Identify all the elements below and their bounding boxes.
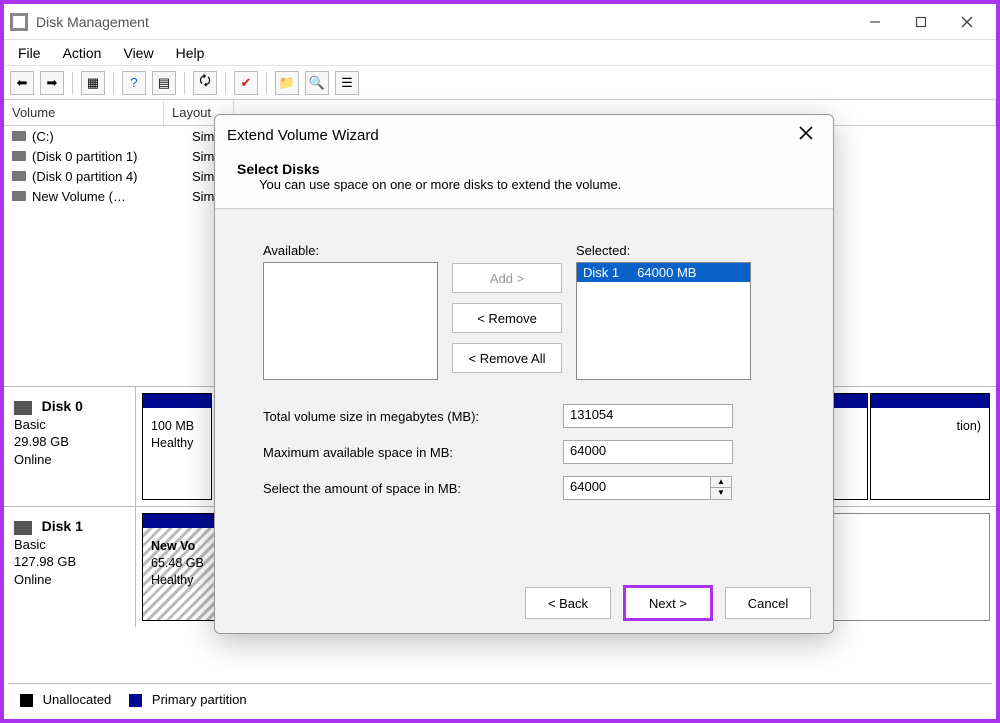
legend: Unallocated Primary partition: [8, 683, 992, 715]
add-button[interactable]: Add >: [452, 263, 562, 293]
volume-name: (C:): [32, 129, 178, 144]
dialog-titlebar: Extend Volume Wizard: [215, 115, 833, 155]
spinner-up-icon[interactable]: ▲: [711, 477, 731, 488]
titlebar: Disk Management: [4, 4, 996, 40]
maximize-button[interactable]: [898, 7, 944, 37]
partition-status: Healthy: [151, 573, 193, 587]
disk-size: 127.98 GB: [14, 554, 76, 569]
amount-input[interactable]: 64000: [563, 476, 711, 500]
amount-spinner[interactable]: ▲ ▼: [711, 476, 732, 500]
legend-swatch-black: [20, 694, 33, 707]
volume-icon: [12, 191, 26, 201]
next-button[interactable]: Next >: [625, 587, 711, 619]
volume-icon: [12, 151, 26, 161]
app-title: Disk Management: [36, 14, 149, 30]
back-icon[interactable]: ⬅: [10, 71, 34, 95]
disk-label: Disk 0 Basic 29.98 GB Online: [4, 387, 136, 506]
disk-size: 29.98 GB: [14, 434, 69, 449]
partition[interactable]: 100 MB Healthy: [142, 393, 212, 500]
disk-name: Disk 0: [42, 398, 83, 414]
check-icon[interactable]: ✔: [234, 71, 258, 95]
menubar: File Action View Help: [4, 40, 996, 66]
spinner-down-icon[interactable]: ▼: [711, 488, 731, 499]
partition-status: Healthy: [151, 436, 193, 450]
partition-cap: [143, 514, 221, 528]
menu-action[interactable]: Action: [63, 45, 102, 61]
dialog-subtitle: You can use space on one or more disks t…: [259, 177, 621, 192]
max-label: Maximum available space in MB:: [263, 445, 563, 460]
disk-icon: [14, 521, 32, 535]
total-value: 131054: [563, 404, 733, 428]
partition-cap: [871, 394, 989, 408]
menu-view[interactable]: View: [123, 45, 153, 61]
volume-name: New Volume (…: [32, 189, 178, 204]
remove-button[interactable]: < Remove: [452, 303, 562, 333]
forward-icon[interactable]: ➡: [40, 71, 64, 95]
refresh-icon[interactable]: 🗘: [193, 71, 217, 95]
dialog-close-icon[interactable]: [791, 126, 821, 144]
selected-label: Selected:: [576, 243, 751, 258]
menu-help[interactable]: Help: [176, 45, 205, 61]
disk-type: Basic: [14, 417, 46, 432]
help-icon[interactable]: ?: [122, 71, 146, 95]
dialog-heading: Select Disks: [237, 161, 320, 177]
partition-size: 100 MB: [151, 419, 194, 433]
volume-icon: [12, 131, 26, 141]
folder-up-icon[interactable]: 📁: [275, 71, 299, 95]
legend-swatch-blue: [129, 694, 142, 707]
properties-icon[interactable]: ▤: [152, 71, 176, 95]
selected-listbox[interactable]: Disk 1 64000 MB: [576, 262, 751, 380]
partition-cap: [143, 394, 211, 408]
dialog-header: Select Disks You can use space on one or…: [215, 155, 833, 209]
partition[interactable]: New Vo 65.48 GB Healthy: [142, 513, 222, 621]
list-icon[interactable]: ☰: [335, 71, 359, 95]
extend-volume-wizard-dialog: Extend Volume Wizard Select Disks You ca…: [214, 114, 834, 634]
menu-file[interactable]: File: [18, 45, 41, 61]
total-label: Total volume size in megabytes (MB):: [263, 409, 563, 424]
volume-name: (Disk 0 partition 4): [32, 169, 178, 184]
cancel-button[interactable]: Cancel: [725, 587, 811, 619]
back-button[interactable]: < Back: [525, 587, 611, 619]
disk-name: Disk 1: [42, 518, 83, 534]
selected-item[interactable]: Disk 1 64000 MB: [577, 263, 750, 282]
dialog-title: Extend Volume Wizard: [227, 127, 379, 144]
partition-title: New Vo: [151, 539, 195, 553]
available-listbox[interactable]: [263, 262, 438, 380]
toolbar: ⬅ ➡ ▦ ? ▤ 🗘 ✔ 📁 🔍 ☰: [4, 66, 996, 100]
close-button[interactable]: [944, 7, 990, 37]
disk-icon: [14, 401, 32, 415]
legend-unallocated: Unallocated: [20, 692, 111, 707]
legend-primary: Primary partition: [129, 692, 246, 707]
volume-name: (Disk 0 partition 1): [32, 149, 178, 164]
max-value: 64000: [563, 440, 733, 464]
dialog-body: Available: Add > < Remove < Remove All S…: [215, 209, 833, 573]
disk-type: Basic: [14, 537, 46, 552]
volume-icon: [12, 171, 26, 181]
folder-search-icon[interactable]: 🔍: [305, 71, 329, 95]
col-volume[interactable]: Volume: [4, 100, 164, 125]
partition[interactable]: tion): [870, 393, 990, 500]
disk-status: Online: [14, 452, 52, 467]
layout-icon[interactable]: ▦: [81, 71, 105, 95]
disk-label: Disk 1 Basic 127.98 GB Online: [4, 507, 136, 627]
app-icon: [10, 13, 28, 31]
partition-size: 65.48 GB: [151, 556, 204, 570]
disk-status: Online: [14, 572, 52, 587]
available-label: Available:: [263, 243, 438, 258]
partition-size: tion): [957, 419, 981, 433]
remove-all-button[interactable]: < Remove All: [452, 343, 562, 373]
minimize-button[interactable]: [852, 7, 898, 37]
amount-label: Select the amount of space in MB:: [263, 481, 563, 496]
dialog-footer: < Back Next > Cancel: [215, 573, 833, 633]
